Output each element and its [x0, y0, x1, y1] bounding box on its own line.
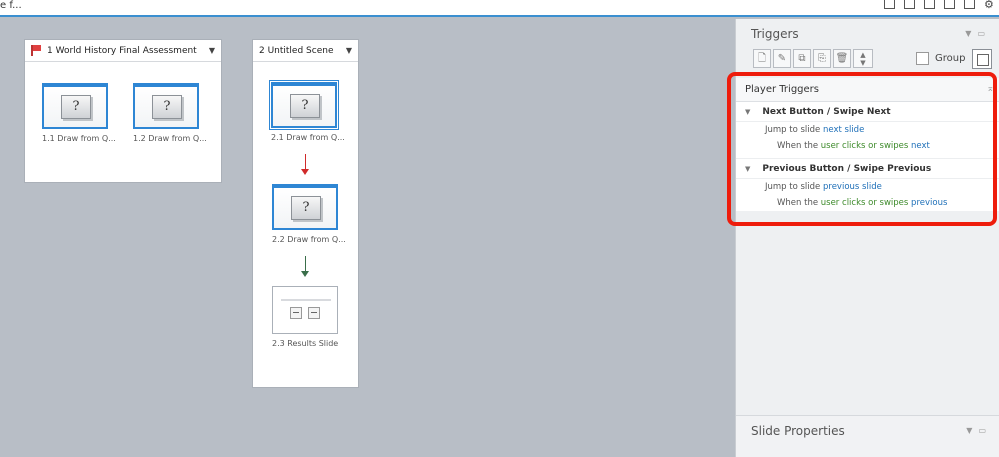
trigger-group: ▼ Previous Button / Swipe Previous Jump …: [736, 159, 999, 211]
edit-trigger-icon[interactable]: ✎: [773, 49, 791, 68]
slide-thumbnail[interactable]: ? 2.2 Draw from Q...: [272, 184, 346, 244]
checkbox[interactable]: [916, 52, 929, 65]
slide-label: 1.1 Draw from Q...: [42, 134, 116, 143]
slide-thumbnail[interactable]: ? 1.2 Draw from Q...: [133, 83, 207, 143]
trigger-action-line[interactable]: Jump to slide previous slide: [736, 179, 999, 195]
float-panel-icon[interactable]: ▭: [978, 426, 986, 435]
desktop-view-icon[interactable]: [884, 0, 895, 9]
group-checkbox[interactable]: Group: [916, 52, 965, 65]
question-mark-icon: ?: [152, 95, 182, 119]
variables-button[interactable]: [972, 49, 992, 69]
top-bar: e f... ⚙: [0, 0, 999, 17]
tablet-portrait-icon[interactable]: [924, 0, 935, 9]
slide-thumbnail[interactable]: ? 2.1 Draw from Q...: [269, 80, 345, 142]
collapse-triangle-icon[interactable]: ▼: [745, 165, 750, 173]
panel-controls: ▼ ▭: [965, 29, 985, 38]
scene-card-1[interactable]: 1 World History Final Assessment ▼ ? 1.1…: [24, 39, 222, 183]
copy-icon[interactable]: ⧉: [793, 49, 811, 68]
question-mark-icon: ?: [290, 94, 320, 118]
delete-icon[interactable]: 🗑: [833, 49, 851, 68]
slide-thumbnail[interactable]: ? 1.1 Draw from Q...: [42, 83, 116, 143]
chevron-down-icon[interactable]: ▼: [346, 46, 352, 55]
slide-link-arrow: [301, 256, 311, 278]
panel-controls: ▼ ▭: [966, 426, 986, 435]
slide-preview[interactable]: ?: [272, 184, 338, 230]
trigger-target-link[interactable]: next slide: [823, 125, 864, 135]
float-panel-icon[interactable]: ▭: [977, 29, 985, 38]
window-title: e f...: [0, 0, 22, 11]
question-mark-icon: ?: [291, 196, 321, 220]
slide-label: 2.3 Results Slide: [272, 339, 339, 348]
chevron-down-icon[interactable]: ▼: [209, 46, 215, 55]
new-trigger-icon[interactable]: 🗋: [753, 49, 771, 68]
scene-name: 2 Untitled Scene: [259, 45, 334, 56]
slide-thumbnail[interactable]: 2.3 Results Slide: [272, 286, 338, 348]
triggers-panel: Triggers ▼ ▭ 🗋 ✎ ⧉ ⎘ 🗑 ▲ ▼ Group Player T…: [735, 19, 999, 457]
chevron-down-icon[interactable]: ▼: [965, 29, 971, 38]
move-up-down-icon[interactable]: ▲ ▼: [853, 49, 873, 68]
trigger-group-header[interactable]: ▼ Next Button / Swipe Next: [736, 102, 999, 122]
section-title: Player Triggers: [745, 84, 819, 95]
view-toolbar: ⚙: [884, 0, 995, 10]
scene-name: 1 World History Final Assessment: [47, 45, 197, 56]
slide-label: 2.2 Draw from Q...: [272, 235, 346, 244]
paste-icon[interactable]: ⎘: [813, 49, 831, 68]
chevron-down-icon[interactable]: ▼: [966, 426, 972, 435]
trigger-condition-line[interactable]: When the user clicks or swipes next: [736, 138, 999, 154]
scene-header[interactable]: 1 World History Final Assessment ▼: [25, 40, 221, 62]
story-canvas[interactable]: 1 World History Final Assessment ▼ ? 1.1…: [0, 19, 735, 457]
trigger-target-link[interactable]: previous slide: [823, 182, 882, 192]
player-triggers-list: Player Triggers ⌅ ▼ Next Button / Swipe …: [736, 78, 999, 211]
panel-title: Slide Properties: [751, 424, 845, 438]
trigger-condition-line[interactable]: When the user clicks or swipes previous: [736, 195, 999, 211]
slide-preview[interactable]: ?: [269, 80, 339, 130]
slide-label: 2.1 Draw from Q...: [271, 133, 345, 142]
scene-card-2[interactable]: 2 Untitled Scene ▼ ? 2.1 Draw from Q... …: [252, 39, 359, 388]
trigger-group-title: Next Button / Swipe Next: [762, 106, 891, 117]
group-label: Group: [935, 53, 966, 64]
trigger-group-header[interactable]: ▼ Previous Button / Swipe Previous: [736, 159, 999, 179]
tablet-landscape-icon[interactable]: [904, 0, 915, 9]
slide-preview[interactable]: ?: [42, 83, 108, 129]
slide-label: 1.2 Draw from Q...: [133, 134, 207, 143]
results-slide-preview[interactable]: [272, 286, 338, 334]
flag-icon: [31, 45, 41, 56]
trigger-group: ▼ Next Button / Swipe Next Jump to slide…: [736, 102, 999, 159]
pin-icon[interactable]: ⌅: [986, 84, 994, 94]
player-triggers-header: Player Triggers ⌅: [736, 78, 999, 102]
panel-title: Triggers: [751, 27, 799, 41]
slide-link-arrow: [301, 154, 311, 176]
slide-properties-panel: Slide Properties ▼ ▭: [736, 415, 999, 457]
trigger-action-line[interactable]: Jump to slide next slide: [736, 122, 999, 138]
slide-preview[interactable]: ?: [133, 83, 199, 129]
triggers-toolbar: 🗋 ✎ ⧉ ⎘ 🗑 ▲ ▼: [753, 49, 873, 68]
question-mark-icon: ?: [61, 95, 91, 119]
collapse-triangle-icon[interactable]: ▼: [745, 108, 750, 116]
gear-icon[interactable]: ⚙: [984, 0, 995, 10]
scene-header[interactable]: 2 Untitled Scene ▼: [253, 40, 358, 62]
trigger-group-title: Previous Button / Swipe Previous: [762, 163, 932, 174]
phone-landscape-icon[interactable]: [944, 0, 955, 9]
phone-portrait-icon[interactable]: [964, 0, 975, 9]
